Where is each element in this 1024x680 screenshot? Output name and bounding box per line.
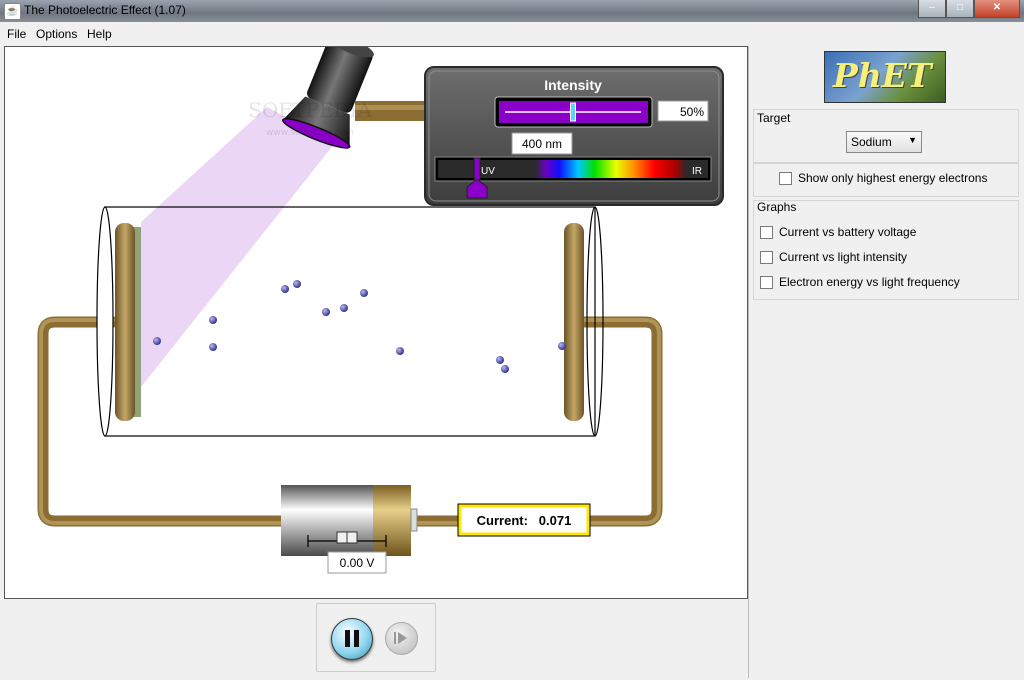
battery-terminal [410, 508, 418, 532]
current-readout: Current: 0.071 [477, 513, 572, 528]
electron [153, 337, 161, 345]
graphs-title: Graphs [757, 200, 797, 214]
graph-checkbox-current-voltage[interactable] [760, 225, 773, 239]
electron [281, 285, 289, 293]
menu-help[interactable]: Help [87, 27, 112, 41]
left-plate [115, 223, 135, 421]
target-select-value: Sodium [851, 135, 892, 149]
step-icon-bar [394, 632, 396, 644]
minimize-button[interactable]: – [918, 0, 946, 18]
control-panel: PhET Target Sodium ▼ Show only highest e… [748, 46, 1023, 678]
phet-logo-text: PhET [833, 56, 932, 95]
watermark-url: www.softpedia.com [266, 128, 354, 138]
battery-gold [373, 485, 411, 556]
tube-left-end [96, 206, 114, 437]
graph-label-current-voltage: Current vs battery voltage [779, 225, 917, 239]
phet-logo[interactable]: PhET [824, 51, 946, 103]
simulation-canvas: SOFTPEDIA www.softpedia.com Intensity 50… [4, 46, 748, 599]
chevron-down-icon: ▼ [908, 135, 917, 145]
light-beam [141, 107, 335, 387]
graph-option-current-intensity[interactable]: Current vs light intensity [760, 250, 907, 264]
spectrum-uv-label: UV [481, 166, 495, 177]
highest-energy-checkbox[interactable] [779, 171, 792, 185]
target-select[interactable]: Sodium ▼ [846, 131, 922, 153]
intensity-value: 50% [680, 105, 704, 119]
graph-label-energy-frequency: Electron energy vs light frequency [779, 275, 960, 289]
window-title: The Photoelectric Effect (1.07) [24, 3, 186, 17]
graph-option-current-voltage[interactable]: Current vs battery voltage [760, 225, 916, 239]
electron [293, 280, 301, 288]
menu-options[interactable]: Options [36, 27, 77, 41]
electron [209, 316, 217, 324]
graph-option-energy-frequency[interactable]: Electron energy vs light frequency [760, 275, 960, 289]
intensity-slider-knob[interactable] [570, 102, 576, 122]
electron [340, 304, 348, 312]
electron [558, 342, 566, 350]
electron [322, 308, 330, 316]
highest-energy-label: Show only highest energy electrons [798, 171, 988, 185]
java-cup-icon: ☕ [4, 3, 21, 20]
simulation-scene: SOFTPEDIA www.softpedia.com Intensity 50… [37, 47, 724, 574]
graph-checkbox-current-intensity[interactable] [760, 250, 773, 264]
graph-checkbox-energy-frequency[interactable] [760, 275, 773, 289]
highest-energy-option[interactable]: Show only highest energy electrons [779, 171, 987, 185]
graph-label-current-intensity: Current vs light intensity [779, 250, 908, 264]
light-control-panel: Intensity 50% 400 nm UV IR [424, 66, 724, 206]
menu-file[interactable]: File [7, 27, 26, 41]
maximize-button[interactable]: □ [946, 0, 974, 18]
right-plate [564, 223, 584, 421]
target-title: Target [757, 111, 791, 125]
spectrum-ir-label: IR [692, 166, 702, 177]
watermark: SOFTPEDIA [248, 98, 372, 122]
battery-voltage: 0.00 V [340, 556, 375, 570]
pause-button[interactable] [331, 618, 373, 660]
window-controls: – □ ✕ [918, 0, 1020, 18]
electron [501, 365, 509, 373]
step-icon [398, 632, 407, 644]
step-button[interactable] [385, 622, 418, 655]
electron [209, 343, 217, 351]
window-titlebar: ☕ The Photoelectric Effect (1.07) – □ ✕ [0, 0, 1024, 22]
wavelength-value: 400 nm [522, 137, 562, 151]
battery-silver [281, 485, 373, 556]
electron [496, 356, 504, 364]
battery [281, 485, 418, 556]
pause-icon-bar [345, 630, 350, 647]
electron [396, 347, 404, 355]
menu-bar: File Options Help [0, 26, 1024, 44]
playback-controls [316, 603, 436, 672]
close-button[interactable]: ✕ [974, 0, 1020, 18]
pause-icon-bar [354, 630, 359, 647]
electron [360, 289, 368, 297]
intensity-title: Intensity [544, 77, 602, 93]
